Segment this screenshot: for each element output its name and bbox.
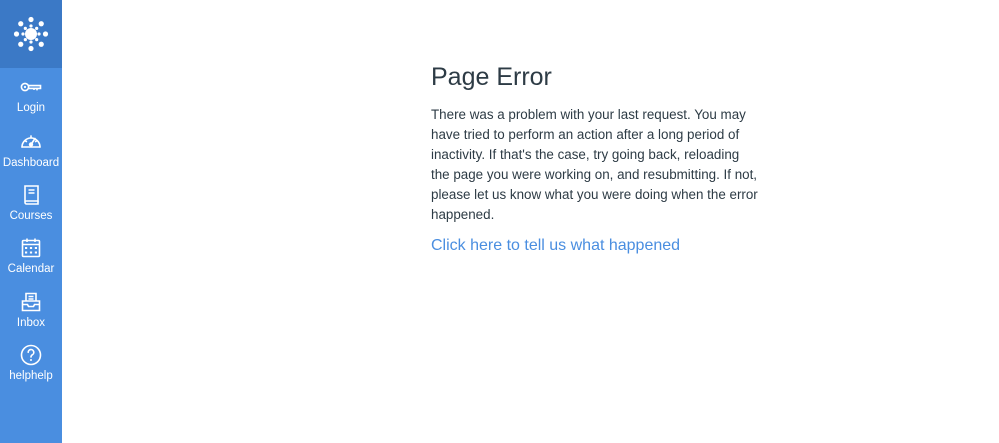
page-title: Page Error [431,63,552,91]
nav-item-courses[interactable]: Courses [0,183,62,233]
nav-label-calendar: Calendar [7,263,55,275]
gauge-icon [19,130,43,154]
canvas-logo-icon [13,16,49,52]
help-icon [19,343,43,367]
nav-item-help[interactable]: helphelp [0,343,62,393]
book-icon [19,183,43,207]
nav-item-dashboard[interactable]: Dashboard [0,130,62,180]
nav-item-inbox[interactable]: Inbox [0,290,62,340]
nav-item-calendar[interactable]: Calendar [0,236,62,286]
calendar-icon [19,236,43,260]
nav-label-courses: Courses [9,210,53,222]
nav-label-dashboard: Dashboard [2,157,60,169]
nav-item-login[interactable]: Login [0,75,62,125]
canvas-logo[interactable] [0,0,62,68]
nav-label-help: helphelp [9,370,53,382]
key-icon [19,75,43,99]
nav-label-login: Login [16,102,46,114]
error-message: There was a problem with your last reque… [431,107,758,222]
inbox-icon [19,290,43,314]
nav-label-inbox: Inbox [16,317,46,329]
error-content: Page Error There was a problem with your… [431,62,761,256]
global-nav-sidebar: Login Dashboard Courses Calendar Inbox h… [0,0,62,443]
report-problem-link[interactable]: Click here to tell us what happened [431,236,761,256]
app: Login Dashboard Courses Calendar Inbox h… [0,0,999,443]
